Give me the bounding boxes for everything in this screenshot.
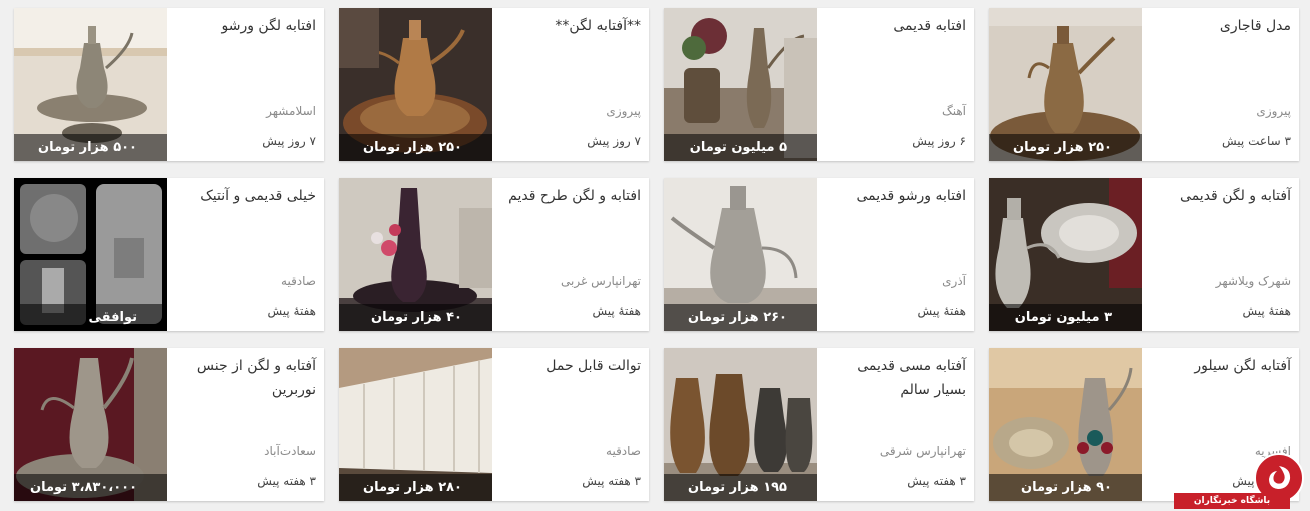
listings-grid: ۵۰۰ هزار تومان افتابه لگن ورشو اسلامشهر … <box>14 8 1299 501</box>
listing-info: **آفتابه لگن** پیروزی ۷ روز پیش <box>492 8 649 161</box>
listing-info: افتابه و لگن طرح قدیم تهرانپارس غربی هفت… <box>492 178 649 331</box>
listing-title[interactable]: **آفتابه لگن** <box>498 14 641 38</box>
listing-price: ۵۰۰ هزار تومان <box>14 134 167 161</box>
listing-thumbnail[interactable]: ۳ میلیون تومان <box>989 178 1142 331</box>
listing-title[interactable]: افتابه و لگن طرح قدیم <box>498 184 641 208</box>
listing-time: ۳ هفته پیش <box>907 474 966 488</box>
listing-price: توافقی <box>14 304 167 331</box>
listing-title[interactable]: آفتابه و لگن از جنس نوربرین <box>173 354 316 402</box>
listing-price: ۲۶۰ هزار تومان <box>664 304 817 331</box>
listing-info: افتابه لگن ورشو اسلامشهر ۷ روز پیش <box>167 8 324 161</box>
listing-card[interactable]: ۵۰۰ هزار تومان افتابه لگن ورشو اسلامشهر … <box>14 8 324 161</box>
listing-card[interactable]: ۵ میلیون تومان افتابه قدیمی آهنگ ۶ روز پ… <box>664 8 974 161</box>
listing-location: سعادت‌آباد <box>264 444 316 458</box>
listing-price: ۱۹۵ هزار تومان <box>664 474 817 501</box>
listing-thumbnail[interactable]: ۵۰۰ هزار تومان <box>14 8 167 161</box>
listing-card[interactable]: ۱۹۵ هزار تومان آفتابه مسی قدیمی بسیار سا… <box>664 348 974 501</box>
listing-time: ۶ روز پیش <box>912 134 966 148</box>
listing-title[interactable]: مدل قاجاری <box>1148 14 1291 38</box>
listing-info: آفتابه و لگن از جنس نوربرین سعادت‌آباد ۳… <box>167 348 324 501</box>
listing-thumbnail[interactable]: ۲۶۰ هزار تومان <box>664 178 817 331</box>
listing-info: افتابه ورشو قدیمی آذری هفتهٔ پیش <box>817 178 974 331</box>
listing-time: هفتهٔ پیش <box>267 304 316 318</box>
listing-info: خیلی قدیمی و آنتیک صادقیه هفتهٔ پیش <box>167 178 324 331</box>
listing-location: آهنگ <box>941 104 966 118</box>
listing-location: تهرانپارس غربی <box>561 274 641 288</box>
listing-card[interactable]: ۴۰ هزار تومان افتابه و لگن طرح قدیم تهرا… <box>339 178 649 331</box>
listing-thumbnail[interactable]: ۴۰ هزار تومان <box>339 178 492 331</box>
listing-location: پیروزی <box>606 104 641 118</box>
listing-card[interactable]: ۲۶۰ هزار تومان افتابه ورشو قدیمی آذری هف… <box>664 178 974 331</box>
watermark-logo: باشگاه خبرنگاران <box>1174 453 1310 511</box>
listing-title[interactable]: افتابه قدیمی <box>823 14 966 38</box>
listing-thumbnail[interactable]: ۳،۸۳۰،۰۰۰ تومان <box>14 348 167 501</box>
listing-price: ۴۰ هزار تومان <box>339 304 492 331</box>
listing-title[interactable]: آفتابه و لگن قدیمی <box>1148 184 1291 208</box>
listing-time: ۳ ساعت پیش <box>1222 134 1291 148</box>
listing-thumbnail[interactable]: توافقی <box>14 178 167 331</box>
listing-info: افتابه قدیمی آهنگ ۶ روز پیش <box>817 8 974 161</box>
listing-card[interactable]: ۳،۸۳۰،۰۰۰ تومان آفتابه و لگن از جنس نورب… <box>14 348 324 501</box>
listing-card[interactable]: ۲۵۰ هزار تومان مدل قاجاری پیروزی ۳ ساعت … <box>989 8 1299 161</box>
watermark-text: باشگاه خبرنگاران <box>1174 493 1290 509</box>
listing-thumbnail[interactable]: ۲۵۰ هزار تومان <box>989 8 1142 161</box>
listing-price: ۳،۸۳۰،۰۰۰ تومان <box>14 474 167 501</box>
listing-thumbnail[interactable]: ۵ میلیون تومان <box>664 8 817 161</box>
listing-time: ۷ روز پیش <box>587 134 641 148</box>
listing-card[interactable]: ۲۵۰ هزار تومان **آفتابه لگن** پیروزی ۷ ر… <box>339 8 649 161</box>
listing-title[interactable]: آفتابه لگن سیلور <box>1148 354 1291 378</box>
listing-location: پیروزی <box>1256 104 1291 118</box>
listing-thumbnail[interactable]: ۹۰ هزار تومان <box>989 348 1142 501</box>
listing-info: آفتابه و لگن قدیمی شهرک ویلاشهر هفتهٔ پی… <box>1142 178 1299 331</box>
listing-time: ۷ روز پیش <box>262 134 316 148</box>
listing-location: صادقیه <box>281 274 316 288</box>
listing-time: هفتهٔ پیش <box>1242 304 1291 318</box>
listing-thumbnail[interactable]: ۲۸۰ هزار تومان <box>339 348 492 501</box>
listing-price: ۲۵۰ هزار تومان <box>339 134 492 161</box>
listing-title[interactable]: افتابه ورشو قدیمی <box>823 184 966 208</box>
listing-location: شهرک ویلاشهر <box>1215 274 1291 288</box>
listing-price: ۳ میلیون تومان <box>989 304 1142 331</box>
listing-title[interactable]: آفتابه مسی قدیمی بسیار سالم <box>823 354 966 402</box>
listing-price: ۲۵۰ هزار تومان <box>989 134 1142 161</box>
listing-info: مدل قاجاری پیروزی ۳ ساعت پیش <box>1142 8 1299 161</box>
listing-price: ۲۸۰ هزار تومان <box>339 474 492 501</box>
listing-time: هفتهٔ پیش <box>917 304 966 318</box>
listing-card[interactable]: ۳ میلیون تومان آفتابه و لگن قدیمی شهرک و… <box>989 178 1299 331</box>
listing-thumbnail[interactable]: ۲۵۰ هزار تومان <box>339 8 492 161</box>
listing-title[interactable]: افتابه لگن ورشو <box>173 14 316 38</box>
listing-location: تهرانپارس شرقی <box>879 444 966 458</box>
listing-location: صادقیه <box>606 444 641 458</box>
listing-price: ۵ میلیون تومان <box>664 134 817 161</box>
listing-title[interactable]: خیلی قدیمی و آنتیک <box>173 184 316 208</box>
listing-info: آفتابه مسی قدیمی بسیار سالم تهرانپارس شر… <box>817 348 974 501</box>
listing-thumbnail[interactable]: ۱۹۵ هزار تومان <box>664 348 817 501</box>
listing-time: ۳ هفته پیش <box>257 474 316 488</box>
listing-location: اسلامشهر <box>266 104 316 118</box>
listing-card[interactable]: توافقی خیلی قدیمی و آنتیک صادقیه هفتهٔ پ… <box>14 178 324 331</box>
listing-info: توالت قابل حمل صادقیه ۳ هفته پیش <box>492 348 649 501</box>
listing-title[interactable]: توالت قابل حمل <box>498 354 641 378</box>
listing-time: ۳ هفته پیش <box>582 474 641 488</box>
listing-location: آذری <box>942 274 966 288</box>
listing-time: هفتهٔ پیش <box>592 304 641 318</box>
listing-card[interactable]: ۲۸۰ هزار تومان توالت قابل حمل صادقیه ۳ ه… <box>339 348 649 501</box>
listing-price: ۹۰ هزار تومان <box>989 474 1142 501</box>
